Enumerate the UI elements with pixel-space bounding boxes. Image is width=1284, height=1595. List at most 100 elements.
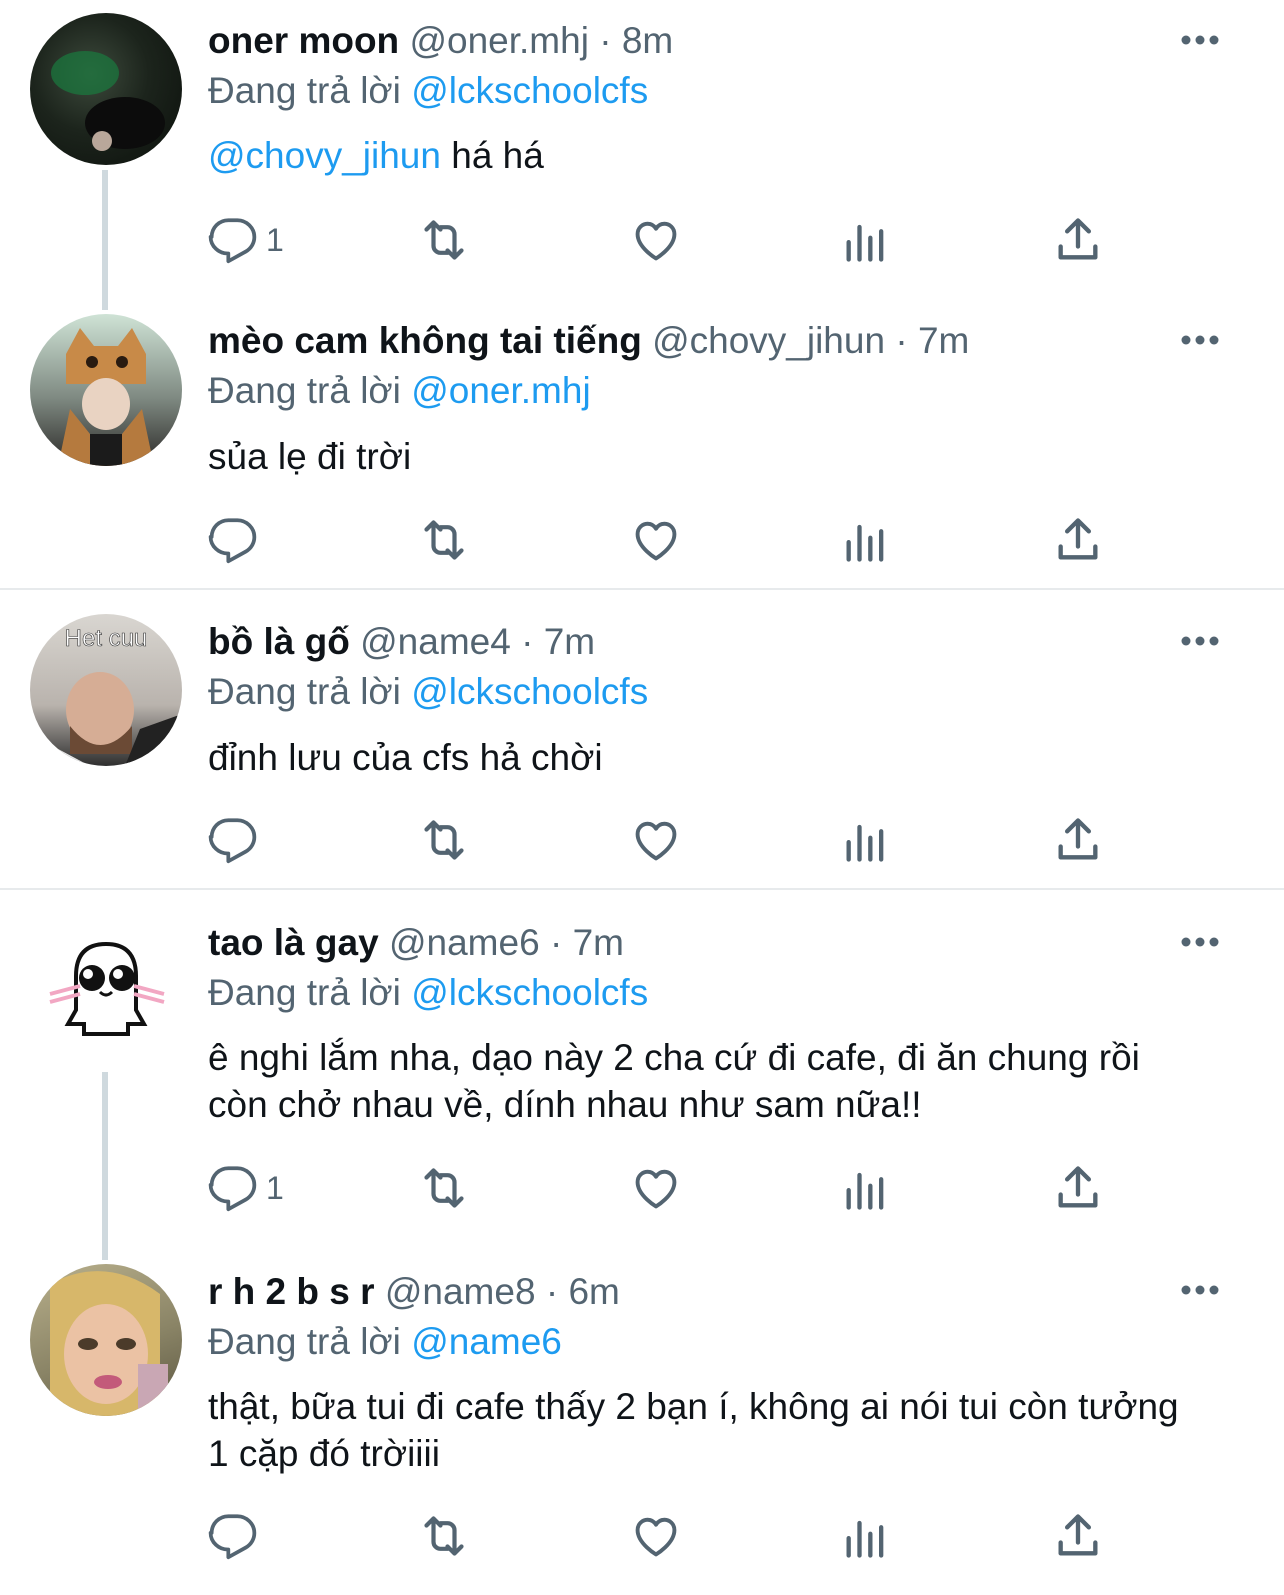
like-icon [635,221,677,261]
dot-separator: · [545,1271,559,1312]
tweet[interactable]: tao là gay @name6 · 7m Đang trả lời @lck… [0,890,1284,1260]
handle[interactable]: @name8 [385,1271,536,1312]
tweet-text: sủa lẹ đi trời [208,436,412,477]
replying-to-label: Đang trả lời [208,70,401,111]
views-button[interactable] [840,512,892,568]
dot-separator: · [549,922,563,963]
replying-to: Đang trả lời @lckschoolcfs [208,68,648,114]
share-button[interactable] [1052,212,1104,268]
timestamp[interactable]: 7m [918,320,969,361]
views-icon [846,224,884,262]
display-name[interactable]: mèo cam không tai tiếng [208,320,642,361]
like-icon [635,1169,677,1209]
share-icon [1058,218,1098,260]
replying-to-label: Đang trả lời [208,1321,401,1362]
avatar[interactable] [30,914,182,1066]
replying-to: Đang trả lời @lckschoolcfs [208,669,648,715]
avatar[interactable]: Het cuu [30,614,182,766]
handle[interactable]: @name6 [389,922,540,963]
reply-count: 1 [266,221,284,258]
display-name[interactable]: oner moon [208,20,399,61]
views-button[interactable] [840,812,892,868]
thread-line [102,1072,108,1260]
tweet[interactable]: mèo cam không tai tiếng @chovy_jihun · 7… [0,300,1284,588]
reply-icon [208,218,257,264]
tweet[interactable]: oner moon @oner.mhj · 8m Đang trả lời @l… [0,0,1284,310]
tweet[interactable]: Het cuu bồ là gố @name4 · 7m Đang trả lờ… [0,590,1284,888]
reply-button[interactable]: 1 [208,212,284,268]
display-name[interactable]: r h 2 b s r [208,1271,375,1312]
like-icon [635,821,677,861]
action-bar [208,512,1128,568]
tweet-header: tao là gay @name6 · 7m [208,920,624,966]
display-name[interactable]: bồ là gố [208,621,350,662]
retweet-icon [424,1168,464,1208]
views-icon [846,1172,884,1210]
avatar[interactable] [30,1264,182,1416]
like-button[interactable] [630,1508,682,1564]
action-bar: 1 [208,212,1128,268]
timestamp[interactable]: 6m [568,1271,619,1312]
text-mention[interactable]: @chovy_jihun [208,135,441,176]
share-button[interactable] [1052,1508,1104,1564]
like-button[interactable] [630,512,682,568]
replying-to: Đang trả lời @oner.mhj [208,368,591,414]
retweet-button[interactable] [416,1508,472,1564]
share-icon [1058,518,1098,560]
reply-button[interactable] [208,812,266,868]
retweet-icon [424,520,464,560]
reply-button[interactable]: 1 [208,1160,284,1216]
retweet-button[interactable] [416,1160,472,1216]
reply-button[interactable] [208,512,266,568]
views-button[interactable] [840,1508,892,1564]
avatar[interactable] [30,314,182,466]
share-button[interactable] [1052,512,1104,568]
more-icon[interactable] [1176,932,1224,952]
retweet-icon [424,220,464,260]
more-icon[interactable] [1176,30,1224,50]
tweet-header: mèo cam không tai tiếng @chovy_jihun · 7… [208,318,969,364]
views-icon [846,524,884,562]
thread-line [102,170,108,310]
like-button[interactable] [630,812,682,868]
reply-button[interactable] [208,1508,266,1564]
timestamp[interactable]: 7m [544,621,595,662]
replying-to-mention[interactable]: @lckschoolcfs [411,70,648,111]
handle[interactable]: @oner.mhj [409,20,588,61]
tweet-header: oner moon @oner.mhj · 8m [208,18,673,64]
display-name[interactable]: tao là gay [208,922,379,963]
views-button[interactable] [840,212,892,268]
more-icon[interactable] [1176,1280,1224,1300]
like-button[interactable] [630,212,682,268]
replying-to-mention[interactable]: @oner.mhj [411,370,590,411]
retweet-button[interactable] [416,812,472,868]
tweet-header: r h 2 b s r @name8 · 6m [208,1269,620,1315]
like-button[interactable] [630,1160,682,1216]
handle[interactable]: @name4 [360,621,511,662]
share-button[interactable] [1052,1160,1104,1216]
retweet-button[interactable] [416,212,472,268]
reply-icon [208,1166,257,1212]
replying-to-mention[interactable]: @name6 [411,1321,562,1362]
dot-separator: · [521,621,534,662]
replying-to-mention[interactable]: @lckschoolcfs [411,671,648,712]
replying-to: Đang trả lời @lckschoolcfs [208,970,648,1016]
views-button[interactable] [840,1160,892,1216]
replying-to-mention[interactable]: @lckschoolcfs [411,972,648,1013]
tweet-body: há há [440,135,544,176]
action-bar [208,812,1128,868]
share-icon [1058,1514,1098,1556]
tweet-header: bồ là gố @name4 · 7m [208,619,595,665]
more-icon[interactable] [1176,631,1224,651]
timestamp[interactable]: 8m [622,20,673,61]
replying-to: Đang trả lời @name6 [208,1319,562,1365]
tweet[interactable]: r h 2 b s r @name8 · 6m Đang trả lời @na… [0,1250,1284,1595]
more-icon[interactable] [1176,330,1224,350]
like-icon [635,521,677,561]
handle[interactable]: @chovy_jihun [652,320,885,361]
share-button[interactable] [1052,812,1104,868]
avatar[interactable] [30,13,182,165]
retweet-button[interactable] [416,512,472,568]
timestamp[interactable]: 7m [573,922,624,963]
replying-to-label: Đang trả lời [208,370,401,411]
